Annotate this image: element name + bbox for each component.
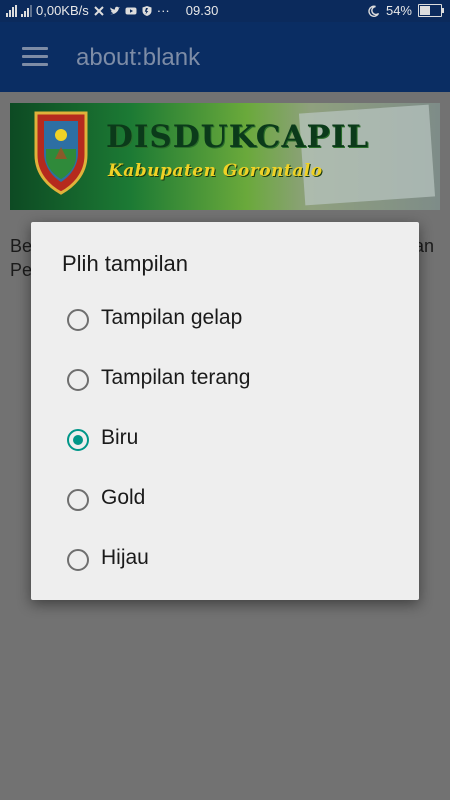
option-label: Biru	[101, 426, 139, 449]
twitter-icon	[109, 6, 120, 14]
page-text-line1: Be	[10, 236, 33, 256]
option-biru[interactable]: Biru	[67, 422, 397, 462]
signal-icon	[6, 4, 17, 17]
status-right: 54%	[368, 3, 444, 18]
status-bar: 0,00KB/s ··· 09.30 54%	[0, 0, 450, 22]
page-title: about:blank	[76, 44, 201, 71]
option-label: Gold	[101, 486, 146, 509]
hamburger-menu-icon[interactable]	[22, 47, 48, 67]
youtube-icon	[125, 7, 137, 14]
battery-percent: 54%	[385, 3, 412, 18]
option-label: Tampilan gelap	[101, 306, 243, 329]
option-label: Tampilan terang	[101, 366, 251, 389]
data-saver-icon	[94, 5, 104, 16]
option-tampilan-terang[interactable]: Tampilan terang	[67, 362, 397, 402]
option-tampilan-gelap[interactable]: Tampilan gelap	[67, 302, 397, 342]
dialog-title: Plih tampilan	[62, 251, 188, 276]
disdukcapil-banner: DISDUKCAPIL Kabupaten Gorontalo	[10, 103, 440, 210]
option-gold[interactable]: Gold	[67, 482, 397, 522]
page-text-line2: Pe	[10, 260, 33, 280]
status-left: 0,00KB/s ··· 09.30	[6, 3, 218, 18]
banner-subtitle: Kabupaten Gorontalo	[108, 161, 323, 181]
network-speed: 0,00KB/s	[36, 3, 89, 18]
theme-picker-dialog: Plih tampilan Tampilan gelap Tampilan te…	[31, 222, 419, 600]
radio-button[interactable]	[67, 489, 89, 511]
page-text-left: Be Pe	[10, 234, 32, 282]
more-notifications-icon: ···	[156, 3, 170, 18]
signal-2-icon	[21, 4, 32, 17]
radio-button[interactable]	[67, 549, 89, 571]
radio-button[interactable]	[67, 369, 89, 391]
battery-icon	[418, 4, 444, 17]
battery-fill	[420, 6, 430, 15]
option-label: Hijau	[101, 546, 149, 569]
kabupaten-gorontalo-crest-icon	[34, 111, 88, 195]
app-bar: about:blank	[0, 22, 450, 92]
option-hijau[interactable]: Hijau	[67, 542, 397, 582]
radio-button[interactable]	[67, 309, 89, 331]
shield-icon	[142, 5, 152, 16]
clock: 09.30	[185, 3, 219, 18]
banner-title: DISDUKCAPIL	[106, 119, 370, 155]
do-not-disturb-moon-icon	[368, 5, 380, 17]
radio-button-selected[interactable]	[67, 429, 89, 451]
